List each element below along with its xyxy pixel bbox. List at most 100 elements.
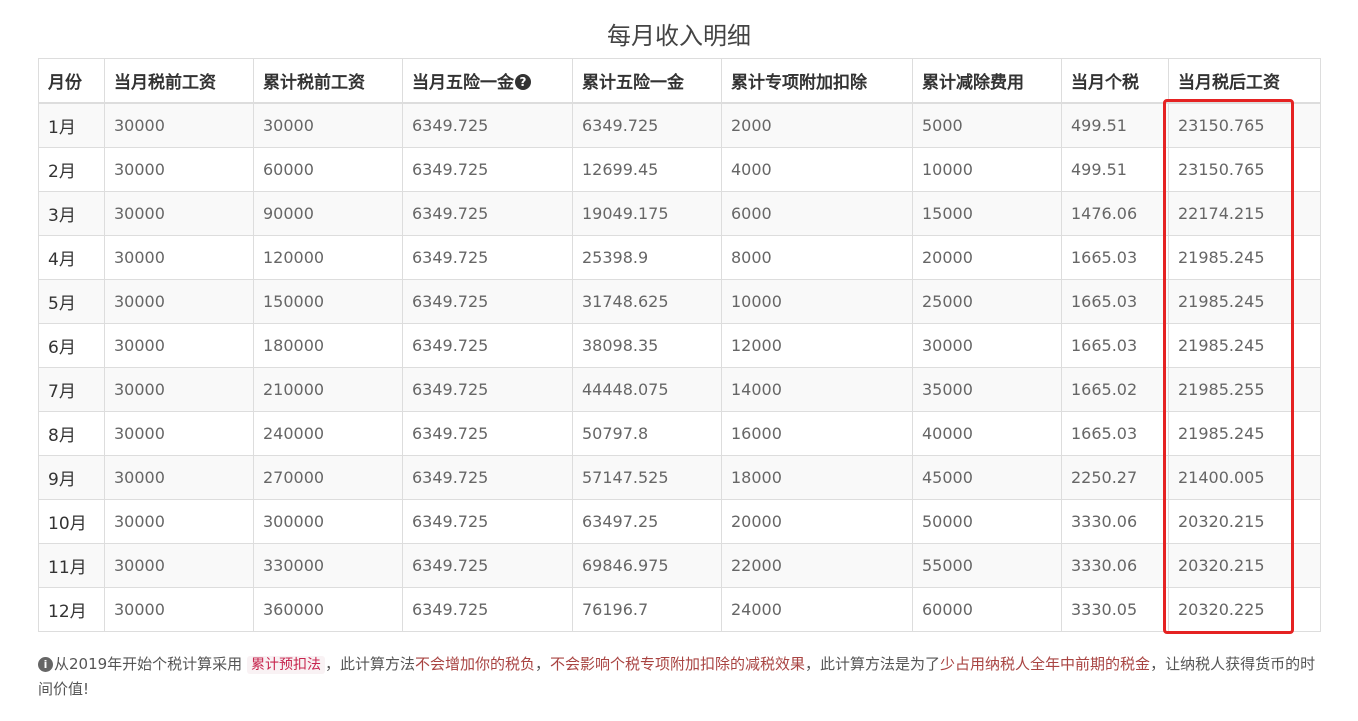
cell-cumulative-pretax: 360000 xyxy=(253,587,403,632)
cell-monthly-after-tax: 20320.225 xyxy=(1168,587,1321,632)
cell-monthly-insurance: 6349.725 xyxy=(402,147,573,192)
table-row: 5月 30000 150000 6349.725 31748.625 10000 25000… xyxy=(38,279,1321,324)
column-header-label: 当月税后工资 xyxy=(1178,73,1280,93)
question-circle-icon[interactable]: ? xyxy=(515,74,531,90)
cell-monthly-pretax: 30000 xyxy=(104,455,254,500)
column-header-label: 累计五险一金 xyxy=(582,73,684,93)
monthly-income-table: 月份 当月税前工资 累计税前工资 当月五险一金? 累计五险一金 累计专项附加扣除… xyxy=(38,58,1321,632)
cell-special-deduction: 8000 xyxy=(721,235,913,280)
cell-cumulative-insurance: 19049.175 xyxy=(572,191,722,236)
cell-cumulative-insurance: 69846.975 xyxy=(572,543,722,588)
column-header-label: 当月个税 xyxy=(1071,73,1139,93)
cell-monthly-insurance: 6349.725 xyxy=(402,235,573,280)
cell-monthly-tax: 1665.03 xyxy=(1061,279,1169,324)
cell-monthly-tax: 499.51 xyxy=(1061,147,1169,192)
table-row: 10月 30000 300000 6349.725 63497.25 20000 50000… xyxy=(38,499,1321,544)
cell-deduction-expense: 35000 xyxy=(912,367,1062,412)
cell-deduction-expense: 30000 xyxy=(912,323,1062,368)
note-emphasis: 不会增加你的税负 xyxy=(414,655,535,673)
note-text: ，此计算方法 xyxy=(324,655,415,673)
table-header: 月份 当月税前工资 累计税前工资 当月五险一金? 累计五险一金 累计专项附加扣除… xyxy=(38,58,1321,104)
cell-monthly-after-tax: 21985.245 xyxy=(1168,411,1321,456)
cell-month: 11月 xyxy=(38,543,105,588)
cell-cumulative-pretax: 240000 xyxy=(253,411,403,456)
cell-monthly-insurance: 6349.725 xyxy=(402,543,573,588)
cell-month: 3月 xyxy=(38,191,105,236)
cell-monthly-after-tax: 21985.245 xyxy=(1168,323,1321,368)
tax-method-note: i 从2019年开始个税计算采用 累计预扣法 ，此计算方法不会增加你的税负，不会影响… xyxy=(38,652,1323,701)
cell-monthly-tax: 1665.03 xyxy=(1061,411,1169,456)
cell-monthly-tax: 499.51 xyxy=(1061,102,1169,148)
cell-cumulative-pretax: 180000 xyxy=(253,323,403,368)
cell-monthly-tax: 1665.03 xyxy=(1061,235,1169,280)
cell-monthly-pretax: 30000 xyxy=(104,367,254,412)
column-header-label: 当月五险一金 xyxy=(412,73,514,93)
note-emphasis: 不会影响个税专项附加扣除的减税效果 xyxy=(550,655,806,673)
cell-monthly-tax: 1665.02 xyxy=(1061,367,1169,412)
column-header-label: 累计专项附加扣除 xyxy=(731,73,867,93)
cell-monthly-pretax: 30000 xyxy=(104,279,254,324)
cell-special-deduction: 6000 xyxy=(721,191,913,236)
cell-month: 10月 xyxy=(38,499,105,544)
table-row: 9月 30000 270000 6349.725 57147.525 18000 45000… xyxy=(38,455,1321,500)
cell-special-deduction: 10000 xyxy=(721,279,913,324)
cell-special-deduction: 18000 xyxy=(721,455,913,500)
column-header-monthly-tax: 当月个税 xyxy=(1061,58,1169,104)
cell-monthly-pretax: 30000 xyxy=(104,191,254,236)
cell-deduction-expense: 5000 xyxy=(912,102,1062,148)
cell-monthly-after-tax: 21400.005 xyxy=(1168,455,1321,500)
cell-month: 9月 xyxy=(38,455,105,500)
cell-special-deduction: 4000 xyxy=(721,147,913,192)
cell-month: 6月 xyxy=(38,323,105,368)
cell-month: 1月 xyxy=(38,102,105,148)
cell-monthly-pretax: 30000 xyxy=(104,147,254,192)
info-circle-icon: i xyxy=(38,657,53,672)
table-row: 4月 30000 120000 6349.725 25398.9 8000 20000 166… xyxy=(38,235,1321,280)
cell-monthly-insurance: 6349.725 xyxy=(402,191,573,236)
cell-cumulative-insurance: 44448.075 xyxy=(572,367,722,412)
cell-cumulative-pretax: 150000 xyxy=(253,279,403,324)
column-header-cumulative-insurance: 累计五险一金 xyxy=(572,58,722,104)
cell-special-deduction: 24000 xyxy=(721,587,913,632)
cell-monthly-pretax: 30000 xyxy=(104,587,254,632)
column-header-label: 累计减除费用 xyxy=(922,73,1024,93)
cell-deduction-expense: 60000 xyxy=(912,587,1062,632)
cell-monthly-after-tax: 23150.765 xyxy=(1168,147,1321,192)
cell-cumulative-insurance: 31748.625 xyxy=(572,279,722,324)
table-row: 6月 30000 180000 6349.725 38098.35 12000 30000 1… xyxy=(38,323,1321,368)
cell-cumulative-insurance: 38098.35 xyxy=(572,323,722,368)
cell-special-deduction: 14000 xyxy=(721,367,913,412)
column-header-cumulative-pretax: 累计税前工资 xyxy=(253,58,403,104)
table-body: 1月 30000 30000 6349.725 6349.725 2000 5000 499.… xyxy=(38,102,1321,632)
cell-monthly-tax: 3330.05 xyxy=(1061,587,1169,632)
cell-special-deduction: 22000 xyxy=(721,543,913,588)
cell-deduction-expense: 45000 xyxy=(912,455,1062,500)
column-header-special-deduction: 累计专项附加扣除 xyxy=(721,58,913,104)
cell-month: 2月 xyxy=(38,147,105,192)
column-header-label: 累计税前工资 xyxy=(263,73,365,93)
table-header-row: 月份 当月税前工资 累计税前工资 当月五险一金? 累计五险一金 累计专项附加扣除… xyxy=(38,58,1321,104)
column-header-label: 当月税前工资 xyxy=(114,73,216,93)
column-header-monthly-insurance: 当月五险一金? xyxy=(402,58,573,104)
cell-month: 7月 xyxy=(38,367,105,412)
cell-deduction-expense: 25000 xyxy=(912,279,1062,324)
cell-month: 8月 xyxy=(38,411,105,456)
cell-monthly-insurance: 6349.725 xyxy=(402,411,573,456)
column-header-month: 月份 xyxy=(38,58,105,104)
cell-deduction-expense: 10000 xyxy=(912,147,1062,192)
cell-cumulative-pretax: 300000 xyxy=(253,499,403,544)
table-row: 12月 30000 360000 6349.725 76196.7 24000 60000 3… xyxy=(38,587,1321,632)
cell-deduction-expense: 50000 xyxy=(912,499,1062,544)
cell-monthly-insurance: 6349.725 xyxy=(402,455,573,500)
method-name-code: 累计预扣法 xyxy=(246,656,325,674)
column-header-monthly-pretax: 当月税前工资 xyxy=(104,58,254,104)
table-row: 3月 30000 90000 6349.725 19049.175 6000 15000 14… xyxy=(38,191,1321,236)
cell-cumulative-insurance: 6349.725 xyxy=(572,102,722,148)
cell-monthly-insurance: 6349.725 xyxy=(402,499,573,544)
table-row: 8月 30000 240000 6349.725 50797.8 16000 40000 16… xyxy=(38,411,1321,456)
cell-monthly-tax: 3330.06 xyxy=(1061,543,1169,588)
cell-cumulative-insurance: 57147.525 xyxy=(572,455,722,500)
cell-month: 12月 xyxy=(38,587,105,632)
cell-cumulative-insurance: 12699.45 xyxy=(572,147,722,192)
cell-monthly-after-tax: 20320.215 xyxy=(1168,499,1321,544)
